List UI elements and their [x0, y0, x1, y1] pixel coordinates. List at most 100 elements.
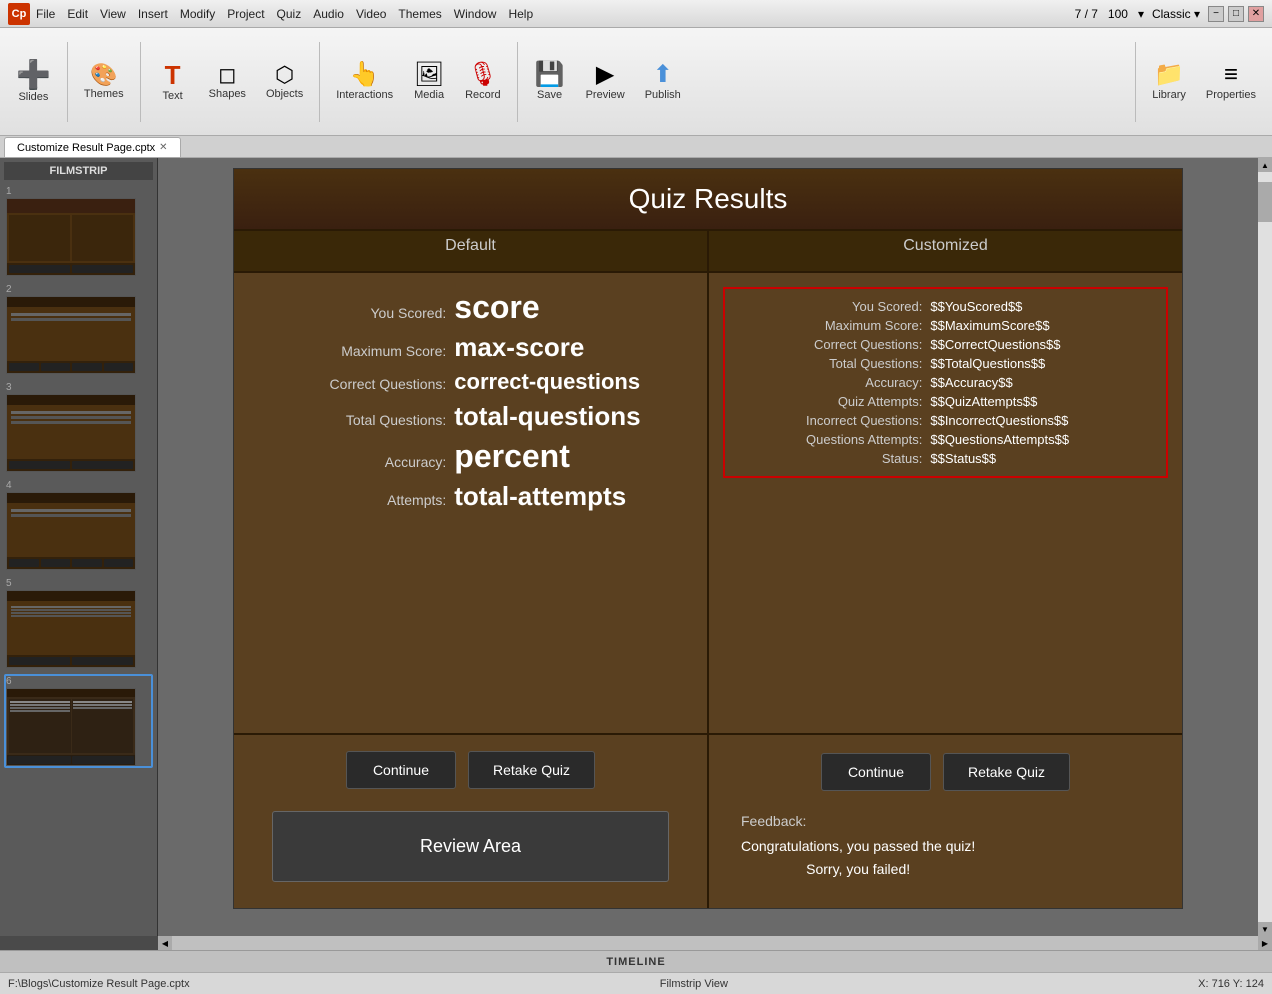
mini-col-6-right: [72, 699, 134, 753]
slide-num-1: 1: [6, 186, 151, 197]
properties-icon: ≡: [1224, 63, 1238, 87]
toolbar-interactions[interactable]: 👆 Interactions: [328, 59, 401, 105]
filmstrip-item-6[interactable]: 6: [4, 674, 153, 768]
mini-text-4: [9, 505, 133, 555]
mini-line-3c: [11, 421, 131, 424]
toolbar-library[interactable]: 📁 Library: [1144, 59, 1194, 105]
custom-total-value: $$TotalQuestions$$: [930, 356, 1160, 371]
default-row-attempts: Attempts: total-attempts: [244, 481, 697, 512]
minimize-button[interactable]: −: [1208, 6, 1224, 22]
quiz-title-bar: Quiz Results: [234, 169, 1182, 231]
toolbar-text[interactable]: T Text: [149, 58, 197, 106]
menu-insert[interactable]: Insert: [138, 7, 168, 21]
mini-content-3: [7, 405, 135, 459]
publish-icon: ⬆: [653, 63, 673, 87]
shapes-icon: ◻: [218, 64, 236, 86]
app-logo: Cp: [8, 3, 30, 25]
custom-row-scored: You Scored: $$YouScored$$: [731, 299, 1160, 314]
status-bar: F:\Blogs\Customize Result Page.cptx Film…: [0, 972, 1272, 994]
theme-selector[interactable]: Classic ▾: [1152, 7, 1200, 21]
mini-btn-5b: [72, 657, 133, 665]
feedback-line-2: Sorry, you failed!: [741, 858, 975, 880]
shapes-label: Shapes: [209, 88, 246, 100]
title-bar-right: 7 / 7 100 ▾ Classic ▾ − □ ✕: [1075, 6, 1264, 22]
left-continue-button[interactable]: Continue: [346, 751, 456, 789]
timeline-bar: TIMELINE: [0, 950, 1272, 972]
custom-row-status: Status: $$Status$$: [731, 451, 1160, 466]
toolbar-objects[interactable]: ⬡ Objects: [258, 60, 311, 104]
customized-col-header-container: Customized: [709, 231, 1182, 271]
mini-title-5: [7, 591, 135, 601]
toolbar-save[interactable]: 💾 Save: [526, 59, 574, 105]
properties-label: Properties: [1206, 89, 1256, 101]
toolbar-slides[interactable]: ➕ Slides: [8, 57, 59, 107]
mini-btn-1b: [72, 265, 133, 273]
save-label: Save: [537, 89, 562, 101]
mini-title-4: [7, 493, 135, 503]
menu-video[interactable]: Video: [356, 7, 386, 21]
scroll-thumb-v[interactable]: [1258, 182, 1272, 222]
scroll-left-arrow[interactable]: ◀: [158, 936, 172, 950]
customized-area: You Scored: $$YouScored$$ Maximum Score:…: [723, 287, 1168, 478]
mini-slide-5: [7, 591, 135, 667]
scroll-up-arrow[interactable]: ▲: [1258, 158, 1272, 172]
mini-slide-2: [7, 297, 135, 373]
horizontal-scrollbar[interactable]: ◀ ▶: [158, 936, 1272, 950]
menu-project[interactable]: Project: [227, 7, 264, 21]
right-continue-button[interactable]: Continue: [821, 753, 931, 791]
mini-title-1: [7, 199, 135, 213]
slide-thumb-3: [6, 394, 136, 472]
tab-customize-result[interactable]: Customize Result Page.cptx ✕: [4, 137, 181, 157]
menu-window[interactable]: Window: [454, 7, 497, 21]
maximize-button[interactable]: □: [1228, 6, 1244, 22]
custom-correct-label: Correct Questions:: [731, 337, 930, 352]
toolbar-preview[interactable]: ▶ Preview: [578, 59, 633, 105]
menu-themes[interactable]: Themes: [398, 7, 441, 21]
menu-edit[interactable]: Edit: [67, 7, 88, 21]
total-value: total-questions: [454, 401, 697, 432]
custom-quizattempts-label: Quiz Attempts:: [731, 394, 930, 409]
tab-close-icon[interactable]: ✕: [159, 142, 167, 153]
mini-row-6f: [73, 704, 133, 706]
menu-view[interactable]: View: [100, 7, 126, 21]
menu-audio[interactable]: Audio: [313, 7, 344, 21]
filmstrip-item-3[interactable]: 3: [4, 380, 153, 474]
filmstrip-item-1[interactable]: 1: [4, 184, 153, 278]
scroll-down-arrow[interactable]: ▼: [1258, 922, 1272, 936]
toolbar-properties[interactable]: ≡ Properties: [1198, 59, 1264, 105]
mini-slide-3: [7, 395, 135, 471]
mini-content-6: [7, 697, 135, 755]
scroll-track-v[interactable]: [1258, 172, 1272, 922]
scroll-right-arrow[interactable]: ▶: [1258, 936, 1272, 950]
menu-file[interactable]: File: [36, 7, 55, 21]
timeline-label: TIMELINE: [606, 956, 665, 968]
right-retake-button[interactable]: Retake Quiz: [943, 753, 1070, 791]
mini-btn-3a: [9, 461, 70, 469]
toolbar-publish[interactable]: ⬆ Publish: [637, 59, 689, 105]
slide-num-5: 5: [6, 578, 151, 589]
toolbar-themes[interactable]: 🎨 Themes: [76, 60, 132, 104]
mini-content-4: [7, 503, 135, 557]
review-area-button[interactable]: Review Area: [272, 811, 669, 882]
toolbar-shapes[interactable]: ◻ Shapes: [201, 60, 254, 104]
toolbar-record[interactable]: 🎙 Record: [457, 59, 508, 105]
close-button[interactable]: ✕: [1248, 6, 1264, 22]
filmstrip-item-4[interactable]: 4: [4, 478, 153, 572]
menu-quiz[interactable]: Quiz: [277, 7, 302, 21]
menu-modify[interactable]: Modify: [180, 7, 215, 21]
toolbar-media[interactable]: 🖼 Media: [405, 59, 453, 105]
media-label: Media: [414, 89, 444, 101]
mini-line-5a: [11, 606, 131, 608]
left-retake-button[interactable]: Retake Quiz: [468, 751, 595, 789]
menu-help[interactable]: Help: [508, 7, 533, 21]
menu-bar[interactable]: File Edit View Insert Modify Project Qui…: [36, 7, 533, 21]
filmstrip-item-2[interactable]: 2: [4, 282, 153, 376]
mini-row-6b: [10, 704, 70, 706]
filmstrip-item-5[interactable]: 5: [4, 576, 153, 670]
vertical-scrollbar[interactable]: ▲ ▼: [1258, 158, 1272, 936]
text-label: Text: [163, 90, 183, 102]
right-buttons-section: Continue Retake Quiz Feedback: Congratul…: [709, 735, 1182, 908]
custom-qattempts-value: $$QuestionsAttempts$$: [930, 432, 1160, 447]
view-mode: Filmstrip View: [660, 978, 728, 990]
window-controls[interactable]: − □ ✕: [1208, 6, 1264, 22]
